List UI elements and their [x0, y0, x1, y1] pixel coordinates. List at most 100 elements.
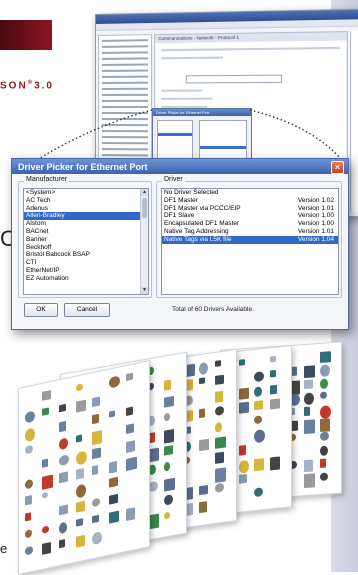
driver-item[interactable]: DF1 Master via PCCC/EIP Version 1.01: [162, 205, 338, 213]
symbol-icon: [58, 504, 68, 516]
driver-item[interactable]: DF1 Master Version 1.02: [162, 197, 338, 205]
symbol-icon: [319, 391, 327, 400]
manufacturer-item[interactable]: BACnet: [24, 228, 148, 236]
symbol-icon: [109, 477, 119, 488]
manufacturer-listbox[interactable]: <System> AC Tech Adenus Allen-Bradley Alstom…: [23, 188, 149, 295]
symbol-icon: [41, 492, 48, 500]
symbol-icon: [319, 472, 328, 481]
symbol-icon: [163, 395, 174, 408]
symbol-icon: [25, 512, 31, 522]
symbol-icon: [304, 459, 314, 473]
scroll-thumb[interactable]: [142, 198, 147, 218]
symbol-icon: [319, 378, 328, 389]
driver-name: No Driver Selected: [164, 189, 219, 196]
symbol-icon: [109, 493, 119, 505]
driver-version: Version 1.02: [297, 196, 334, 204]
symbol-icon: [238, 445, 246, 457]
manufacturer-item[interactable]: Alstom: [24, 220, 148, 228]
symbol-icon: [254, 414, 263, 424]
manufacturer-item[interactable]: Adenus: [24, 205, 148, 213]
symbol-icon: [126, 372, 134, 382]
manufacturer-item[interactable]: EtherNet/IP: [24, 267, 148, 275]
scroll-down-icon[interactable]: ▼: [141, 287, 148, 294]
symbol-icon: [109, 375, 121, 389]
symbol-icon: [25, 478, 33, 490]
manufacturer-item[interactable]: <System>: [24, 189, 148, 197]
symbol-icon: [304, 365, 316, 379]
symbol-icon: [214, 360, 221, 368]
symbol-page: [18, 359, 150, 575]
close-icon[interactable]: ✕: [331, 161, 344, 174]
symbol-icon: [319, 431, 329, 442]
driver-group: Driver No Driver Selected DF1 Master Versi…: [156, 176, 342, 298]
symbol-icon: [41, 458, 48, 468]
manufacturer-group: Manufacturer <System> AC Tech Adenus Allen-…: [18, 176, 152, 298]
symbol-icon: [254, 386, 263, 397]
symbol-icon: [75, 501, 85, 514]
symbol-icon: [41, 542, 51, 556]
symbol-icon: [75, 383, 83, 392]
symbol-icon: [238, 387, 249, 400]
symbol-icon: [25, 545, 33, 556]
symbol-icon: [92, 446, 102, 459]
symbol-icon: [163, 477, 175, 492]
symbol-icon: [92, 413, 100, 424]
symbol-icon: [109, 510, 120, 524]
driver-item[interactable]: No Driver Selected: [162, 189, 338, 197]
driver-version: Version 1.04: [297, 235, 334, 243]
symbol-icon: [126, 423, 135, 434]
driver-picker-dialog: Driver Picker for Ethernet Port ✕ Manufa…: [11, 158, 349, 330]
symbol-icon: [25, 427, 35, 443]
symbol-icon: [126, 406, 134, 416]
driver-version: Version 1.00: [297, 220, 334, 228]
driver-name: DF1 Master: [164, 196, 198, 204]
symbol-icon: [319, 364, 330, 378]
manufacturer-item[interactable]: Bristol Babcock BSAP: [24, 251, 148, 259]
symbol-icon: [304, 472, 316, 488]
symbol-icon: [254, 429, 266, 444]
symbol-icon: [319, 445, 328, 456]
symbol-icon: [214, 452, 224, 465]
symbol-icon: [75, 534, 85, 548]
symbol-icon: [214, 482, 224, 494]
manufacturer-item[interactable]: EZ Automation: [24, 275, 148, 283]
driver-item[interactable]: Encapsulated DF1 Master Version 1.00: [162, 220, 338, 228]
symbol-icon: [214, 390, 223, 403]
dialog-titlebar: Driver Picker for Ethernet Port: [12, 159, 348, 174]
driver-item[interactable]: Native Tag Addressing Version 1.01: [162, 228, 338, 236]
symbol-icon: [304, 419, 316, 435]
driver-name: Native Tags via L5K file: [164, 235, 232, 243]
symbol-icon: [75, 484, 86, 500]
ok-button[interactable]: OK: [24, 303, 58, 317]
manufacturer-item[interactable]: Beckhoff: [24, 244, 148, 252]
symbol-icon: [199, 485, 209, 496]
scroll-up-icon[interactable]: ▲: [141, 189, 148, 196]
manufacturer-item[interactable]: Banner: [24, 236, 148, 244]
symbol-icon: [75, 450, 87, 466]
symbol-icon: [304, 392, 315, 406]
manufacturer-scrollbar[interactable]: ▲ ▼: [140, 189, 148, 294]
cancel-button[interactable]: Cancel: [64, 303, 110, 317]
symbol-icon: [41, 390, 51, 401]
symbol-icon: [58, 437, 68, 451]
symbol-icon: [254, 400, 264, 411]
driver-item[interactable]: Native Tags via L5K file Version 1.04: [162, 235, 338, 244]
symbol-icon: [163, 412, 170, 422]
symbol-icon: [214, 405, 224, 417]
driver-item[interactable]: DF1 Slave Version 1.00: [162, 212, 338, 220]
symbol-icon: [58, 470, 68, 483]
symbol-icon: [109, 410, 116, 418]
symbol-icon: [92, 531, 103, 546]
symbol-icon: [319, 418, 330, 433]
driver-name: DF1 Master via PCCC/EIP: [164, 204, 241, 212]
manufacturer-item[interactable]: CTI: [24, 259, 148, 267]
symbol-icon: [214, 375, 224, 386]
symbol-icon: [269, 384, 277, 395]
symbol-icon: [254, 371, 265, 383]
driver-count-text: Total of 60 Drivers Available.: [172, 306, 254, 313]
symbol-icon: [126, 439, 136, 453]
manufacturer-item[interactable]: Allen-Bradley: [24, 212, 148, 221]
driver-listbox[interactable]: No Driver Selected DF1 Master Version 1.02…: [161, 188, 339, 295]
manufacturer-item[interactable]: AC Tech: [24, 197, 148, 205]
driver-name: DF1 Slave: [164, 212, 195, 220]
